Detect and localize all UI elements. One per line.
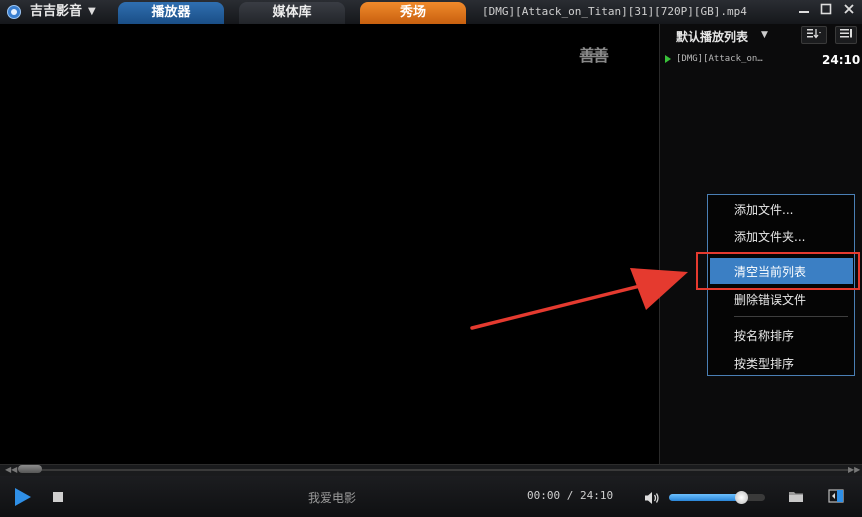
playlist-item-duration: 24:10	[822, 53, 861, 67]
volume-icon[interactable]	[644, 490, 660, 506]
open-folder-icon[interactable]	[788, 489, 804, 503]
menu-item-sort-by-name[interactable]: 按名称排序	[734, 327, 794, 344]
seek-thumb[interactable]	[18, 465, 42, 473]
menu-item-delete-error-files[interactable]: 删除错误文件	[734, 291, 806, 308]
maximize-button[interactable]	[817, 3, 835, 21]
tab-show[interactable]: 秀场	[360, 2, 466, 24]
seek-back-icon[interactable]: ◀◀	[5, 465, 17, 474]
playlist-title[interactable]: 默认播放列表	[676, 28, 748, 45]
playlist-chevron-down-icon[interactable]: ▼	[761, 30, 768, 40]
app-logo-icon[interactable]	[7, 5, 21, 19]
window-file-title: [DMG][Attack_on_Titan][31][720P][GB].mp4	[482, 5, 747, 18]
now-playing-indicator-icon	[665, 55, 671, 63]
current-time: 00:00	[527, 489, 561, 502]
time-display: 00:00 / 24:10	[527, 489, 613, 502]
stop-button[interactable]	[53, 492, 63, 502]
playlist-menu-button[interactable]	[835, 26, 857, 44]
app-menu-chevron-icon[interactable]: ▼	[88, 6, 96, 17]
tab-library[interactable]: 媒体库	[239, 2, 345, 24]
tab-player[interactable]: 播放器	[118, 2, 224, 24]
minimize-icon	[799, 11, 809, 13]
toggle-playlist-icon[interactable]	[828, 489, 844, 503]
favorite-text[interactable]: 我爱电影	[308, 489, 356, 506]
video-area[interactable]	[0, 24, 659, 464]
playlist-sort-button[interactable]	[801, 26, 827, 44]
minimize-button[interactable]	[795, 3, 813, 21]
volume-slider-thumb[interactable]	[735, 491, 748, 504]
video-overlay-text: 善善	[579, 46, 609, 65]
close-icon	[844, 4, 854, 14]
menu-separator	[734, 316, 848, 317]
list-menu-icon	[840, 29, 852, 38]
playlist-item-name[interactable]: [DMG][Attack_on…	[676, 54, 763, 64]
seek-forward-icon[interactable]: ▶▶	[848, 465, 860, 474]
time-separator: /	[566, 489, 574, 502]
menu-item-sort-by-type[interactable]: 按类型排序	[734, 355, 794, 372]
sort-list-icon	[807, 29, 821, 39]
menu-item-add-folder[interactable]: 添加文件夹...	[734, 228, 805, 245]
play-button[interactable]	[15, 488, 31, 506]
app-name[interactable]: 吉吉影音	[30, 4, 82, 20]
menu-item-add-file[interactable]: 添加文件...	[734, 201, 793, 218]
seek-track[interactable]	[20, 469, 850, 471]
volume-slider-fill[interactable]	[669, 494, 741, 501]
maximize-icon	[820, 3, 832, 15]
close-button[interactable]	[840, 3, 858, 21]
annotation-arrow-icon	[470, 268, 688, 330]
total-time: 24:10	[580, 489, 614, 502]
annotation-highlight-box	[696, 252, 860, 290]
